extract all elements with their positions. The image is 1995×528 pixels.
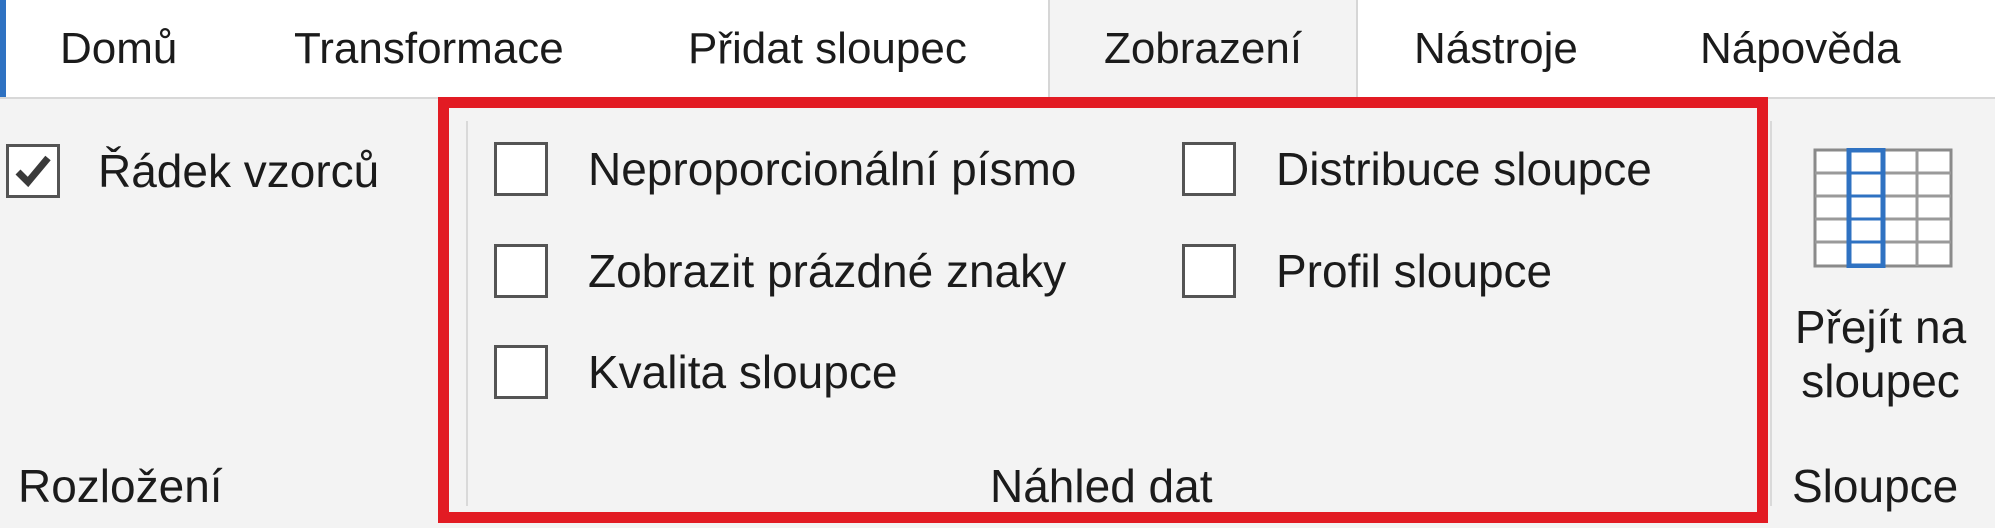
column-profile-checkbox[interactable] (1182, 244, 1236, 298)
monospaced-checkbox[interactable] (494, 142, 548, 196)
go-to-column-icon (1813, 148, 1953, 268)
ribbon-view-panel: Řádek vzorců Rozložení Neproporcionální … (0, 99, 1995, 528)
tab-transform[interactable]: Transformace (294, 0, 564, 97)
tab-add-column[interactable]: Přidat sloupec (688, 0, 967, 97)
column-quality-label[interactable]: Kvalita sloupce (588, 345, 897, 399)
data-preview-group-label: Náhled dat (990, 460, 1213, 512)
formula-bar-checkbox[interactable] (6, 144, 60, 198)
window-accent-edge (0, 0, 6, 97)
show-whitespace-label[interactable]: Zobrazit prázdné znaky (588, 244, 1066, 298)
group-separator (466, 121, 468, 506)
formula-bar-label[interactable]: Řádek vzorců (98, 144, 379, 198)
column-profile-label[interactable]: Profil sloupce (1276, 244, 1552, 298)
tab-view[interactable]: Zobrazení (1048, 0, 1358, 99)
group-separator (1770, 121, 1772, 506)
column-distribution-label[interactable]: Distribuce sloupce (1276, 142, 1652, 196)
go-to-column-label-line1: Přejít na (1794, 301, 1967, 353)
layout-group-label: Rozložení (18, 460, 223, 512)
columns-group-label: Sloupce (1792, 460, 1959, 512)
monospaced-label[interactable]: Neproporcionální písmo (588, 142, 1076, 196)
tab-help[interactable]: Nápověda (1700, 0, 1901, 97)
column-distribution-checkbox[interactable] (1182, 142, 1236, 196)
tab-home[interactable]: Domů (60, 0, 177, 97)
checkmark-icon (15, 155, 51, 188)
go-to-column-button[interactable]: Přejít na sloupec (1778, 140, 1983, 430)
go-to-column-label[interactable]: Přejít na sloupec (1778, 300, 1983, 408)
ribbon-tab-bar: Domů Transformace Přidat sloupec Zobraze… (0, 0, 1995, 99)
tab-tools[interactable]: Nástroje (1414, 0, 1578, 97)
go-to-column-label-line2: sloupec (1801, 355, 1960, 407)
column-quality-checkbox[interactable] (494, 345, 548, 399)
show-whitespace-checkbox[interactable] (494, 244, 548, 298)
